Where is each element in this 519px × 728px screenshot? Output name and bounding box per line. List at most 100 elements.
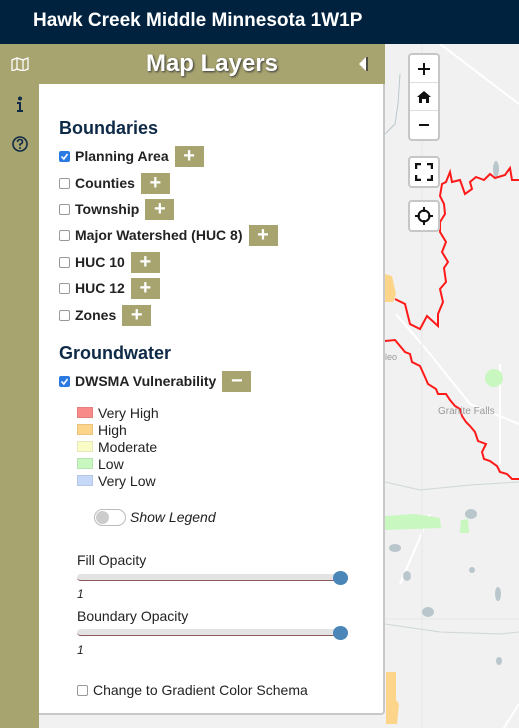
layer-row-huc8: Major Watershed (HUC 8) + xyxy=(59,224,278,246)
layer-label: DWSMA Vulnerability xyxy=(75,373,217,389)
plus-icon xyxy=(418,62,430,75)
slider-thumb[interactable] xyxy=(333,626,348,640)
legend-label: High xyxy=(98,421,127,438)
lake xyxy=(465,509,477,519)
layer-checkbox[interactable] xyxy=(59,203,70,215)
locate-control xyxy=(408,200,440,232)
caret-left-icon xyxy=(359,57,368,71)
boundary-opacity-slider[interactable] xyxy=(77,626,349,640)
expand-button[interactable]: + xyxy=(248,224,278,246)
layer-label: Counties xyxy=(75,175,135,191)
expand-button[interactable]: + xyxy=(122,304,152,326)
gradient-schema-row: Change to Gradient Color Schema xyxy=(77,682,308,698)
legend-label: Moderate xyxy=(98,438,158,455)
legend-label: Low xyxy=(98,455,124,472)
layer-label: Zones xyxy=(75,307,117,323)
legend-label: Very Low xyxy=(98,472,156,489)
layer-row-township: Township + xyxy=(59,198,175,220)
dwsma-low-area xyxy=(385,514,441,530)
locate-button[interactable] xyxy=(410,202,438,230)
dwsma-high-area xyxy=(386,672,399,724)
legend-swatch xyxy=(77,475,93,486)
zoom-controls xyxy=(408,53,440,141)
layer-label: HUC 12 xyxy=(75,280,125,296)
info-icon xyxy=(16,96,23,112)
layer-checkbox[interactable] xyxy=(59,309,70,321)
lake xyxy=(403,571,411,581)
dwsma-low-area xyxy=(485,369,503,387)
planning-area-boundary xyxy=(394,165,519,331)
toggle-knob xyxy=(96,511,109,524)
show-legend-label: Show Legend xyxy=(130,509,216,525)
fill-opacity-label: Fill Opacity xyxy=(77,552,147,568)
layer-checkbox[interactable] xyxy=(59,150,70,162)
sidebar-item-info[interactable] xyxy=(0,89,39,119)
layer-checkbox[interactable] xyxy=(59,177,70,189)
show-legend-toggle[interactable] xyxy=(94,509,126,526)
layer-row-huc10: HUC 10 + xyxy=(59,251,160,273)
layer-label: Major Watershed (HUC 8) xyxy=(75,227,243,243)
lake xyxy=(422,607,434,617)
layer-checkbox[interactable] xyxy=(59,229,70,241)
legend-item-very-low: Very Low xyxy=(77,472,156,489)
legend-item-very-high: Very High xyxy=(77,404,159,421)
legend-label: Very High xyxy=(98,404,159,421)
zoom-in-button[interactable] xyxy=(410,55,438,83)
fill-opacity-value: 1 xyxy=(77,587,84,601)
layer-label: Township xyxy=(75,201,140,217)
lake xyxy=(495,587,501,601)
road xyxy=(439,44,519,105)
expand-button[interactable]: + xyxy=(145,198,175,220)
home-button[interactable] xyxy=(410,83,438,111)
app-title: Hawk Creek Middle Minnesota 1W1P xyxy=(33,10,363,31)
town-label-granite-falls: Granite Falls xyxy=(438,406,495,417)
boundary-opacity-label: Boundary Opacity xyxy=(77,608,189,624)
layer-label: HUC 10 xyxy=(75,254,125,270)
gradient-schema-label: Change to Gradient Color Schema xyxy=(93,682,308,698)
legend-item-high: High xyxy=(77,421,127,438)
legend-swatch xyxy=(77,458,93,469)
app-header: Hawk Creek Middle Minnesota 1W1P xyxy=(0,0,519,44)
gradient-schema-checkbox[interactable] xyxy=(77,684,88,696)
river xyxy=(384,623,519,635)
lake xyxy=(469,567,475,573)
slider-thumb[interactable] xyxy=(333,571,348,585)
section-title-boundaries: Boundaries xyxy=(59,118,159,138)
collapse-button[interactable]: − xyxy=(222,370,252,392)
help-icon xyxy=(11,136,28,152)
map-layers-panel: Boundaries Planning Area + Counties + To… xyxy=(39,84,385,715)
collapse-panel-button[interactable] xyxy=(357,56,371,72)
panel-title: Map Layers xyxy=(145,50,279,77)
home-icon xyxy=(417,90,431,103)
legend-swatch xyxy=(77,441,93,452)
expand-button[interactable]: + xyxy=(130,251,160,273)
panel-header: Map Layers xyxy=(39,44,385,84)
expand-button[interactable]: + xyxy=(174,145,204,167)
fullscreen-control xyxy=(408,156,440,188)
layer-checkbox[interactable] xyxy=(59,375,70,387)
layer-checkbox[interactable] xyxy=(59,256,70,268)
town-label-partial: leo xyxy=(385,352,397,362)
slider-track xyxy=(77,629,341,636)
sidebar-iconbar xyxy=(0,44,39,728)
expand-button[interactable]: + xyxy=(140,172,170,194)
lake xyxy=(493,161,499,177)
lake xyxy=(389,544,401,552)
section-title-groundwater: Groundwater xyxy=(59,343,172,363)
expand-button[interactable]: + xyxy=(130,277,160,299)
sidebar-item-help[interactable] xyxy=(0,129,39,159)
zoom-out-button[interactable] xyxy=(410,111,438,139)
dwsma-low-area xyxy=(460,519,469,533)
dwsma-high-area xyxy=(385,274,396,302)
layer-label: Planning Area xyxy=(75,148,169,164)
fill-opacity-slider[interactable] xyxy=(77,571,349,585)
lake xyxy=(496,657,502,665)
sidebar-item-map-layers[interactable] xyxy=(0,49,39,79)
river xyxy=(384,73,401,135)
layer-row-dwsma-vulnerability: DWSMA Vulnerability − xyxy=(59,370,252,392)
crosshair-icon xyxy=(415,207,433,225)
layer-row-counties: Counties + xyxy=(59,172,170,194)
layer-checkbox[interactable] xyxy=(59,282,70,294)
fullscreen-button[interactable] xyxy=(410,158,438,186)
road xyxy=(502,703,519,728)
